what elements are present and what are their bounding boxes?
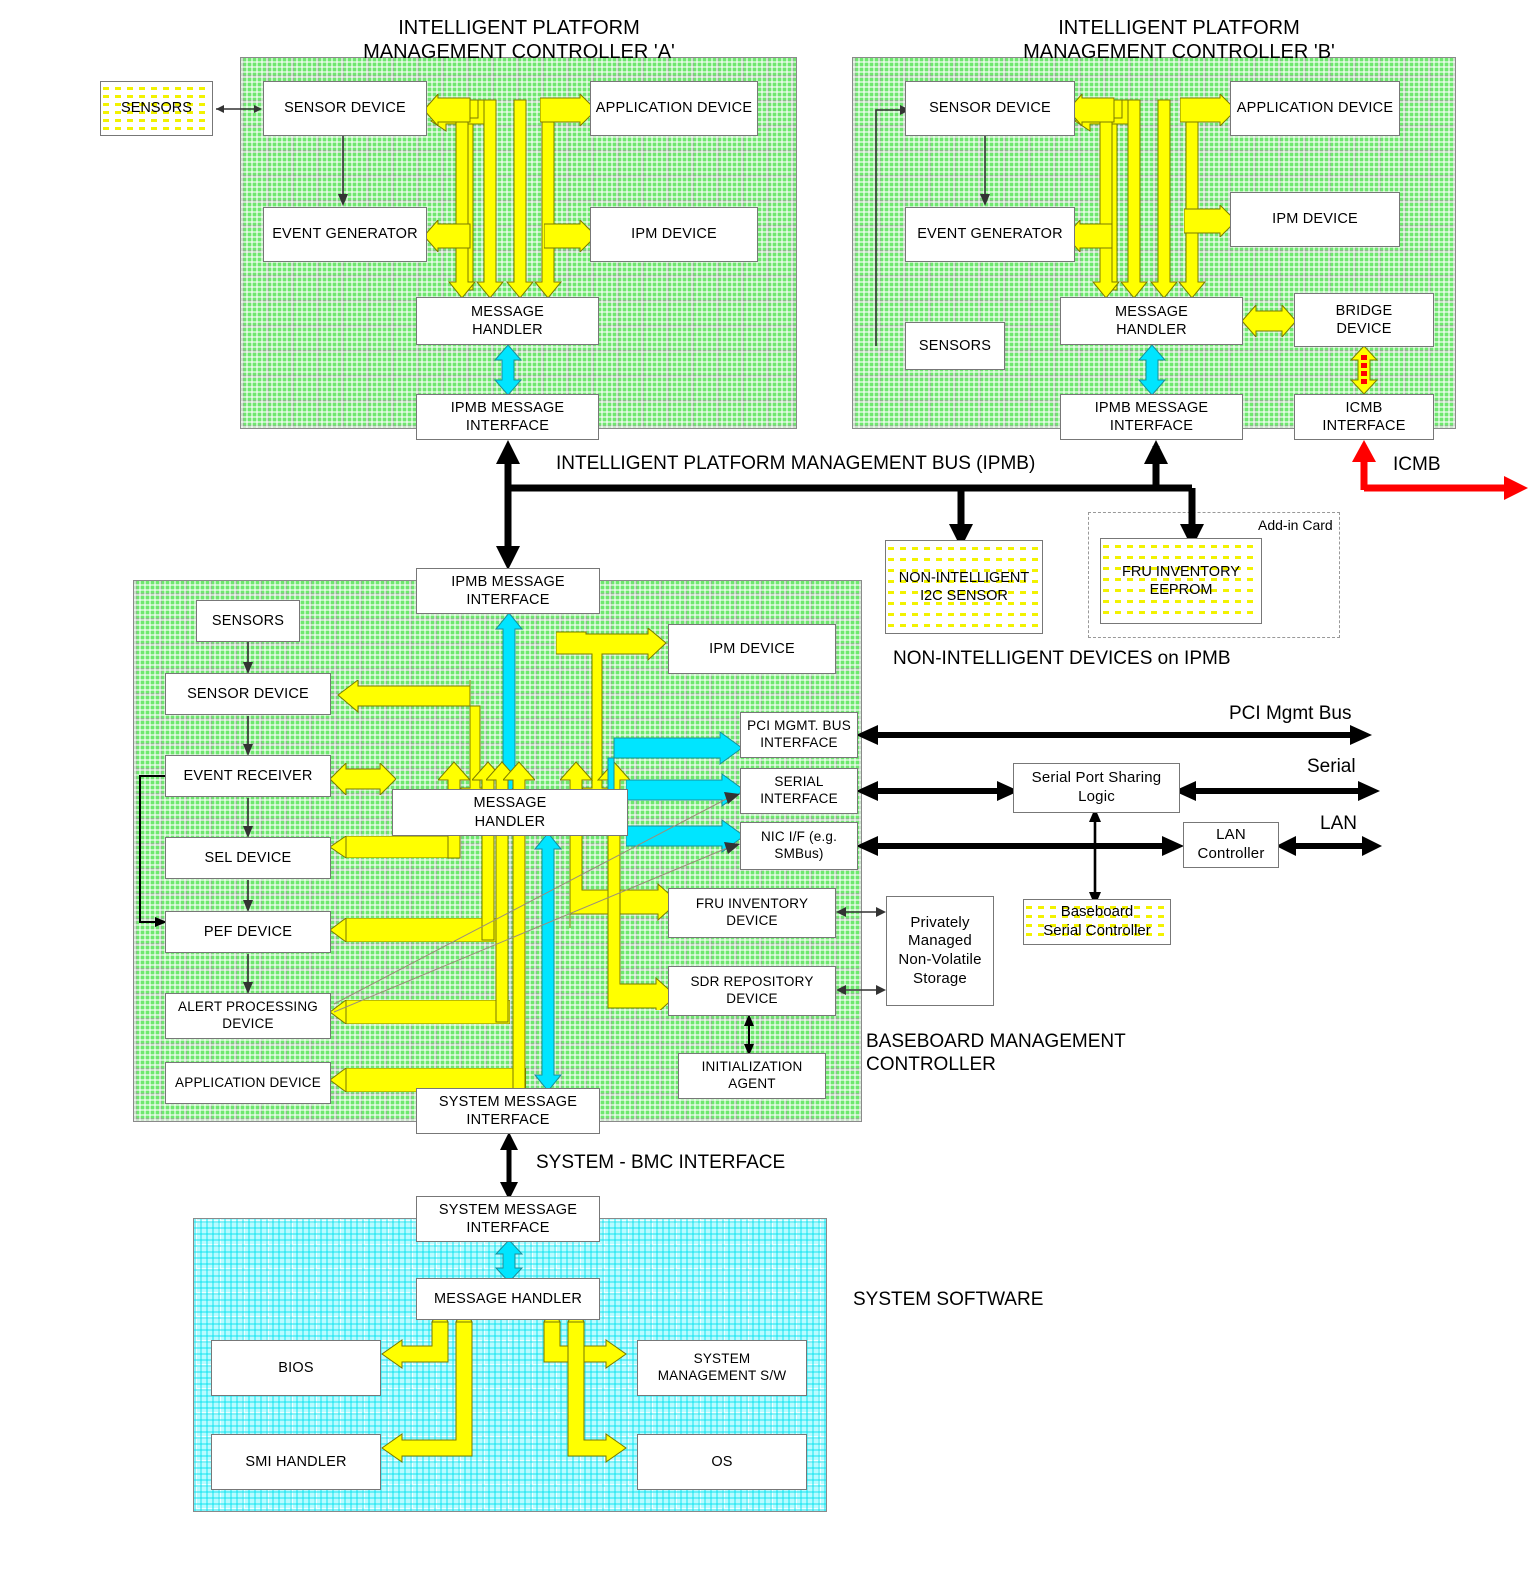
arrows-system-software-yellow xyxy=(381,1318,627,1463)
arrow-a-to-application-device xyxy=(540,94,596,126)
box-bmc-nic-interface[interactable]: NIC I/F (e.g. SMBus) xyxy=(740,822,858,870)
box-ipmc-a-sensors-external: SENSORS xyxy=(100,81,213,136)
box-ipmc-b-sensor-device[interactable]: SENSOR DEVICE xyxy=(905,81,1075,136)
label-ipmb-bus: INTELLIGENT PLATFORM MANAGEMENT BUS (IPM… xyxy=(556,453,1036,474)
box-bmc-sensors[interactable]: SENSORS xyxy=(196,600,300,642)
connector-a-sensordevice-eventgen xyxy=(338,136,348,206)
bus-lan-left xyxy=(856,836,1184,856)
arrow-sys-smi-mh-cyan xyxy=(494,1240,524,1282)
box-fru-inventory-eeprom: FRU INVENTORY EEPROM xyxy=(1100,538,1262,624)
box-bmc-ipm-device[interactable]: IPM DEVICE xyxy=(668,624,836,674)
box-non-intelligent-i2c-sensor: NON-INTELLIGENT I2C SENSOR xyxy=(885,540,1043,634)
box-ipmc-a-message-handler[interactable]: MESSAGE HANDLER xyxy=(416,297,599,345)
label-fru-eeprom: FRU INVENTORY EEPROM xyxy=(1122,563,1240,598)
bus-serial-left xyxy=(856,781,1019,801)
box-bmc-serial-interface[interactable]: SERIAL INTERFACE xyxy=(740,768,858,814)
box-bmc-message-handler[interactable]: MESSAGE HANDLER xyxy=(392,789,628,836)
box-bmc-alert-processing-device[interactable]: ALERT PROCESSING DEVICE xyxy=(165,993,331,1039)
box-bmc-sdr-repository-device[interactable]: SDR REPOSITORY DEVICE xyxy=(668,966,836,1016)
box-ipmc-b-icmb-interface[interactable]: ICMB INTERFACE xyxy=(1294,394,1434,440)
box-bmc-application-device[interactable]: APPLICATION DEVICE xyxy=(165,1062,331,1104)
connectors-storage xyxy=(836,907,886,995)
label-system-software: SYSTEM SOFTWARE xyxy=(853,1289,1044,1310)
label-non-intelligent-devices: NON-INTELLIGENT DEVICES on IPMB xyxy=(893,648,1231,669)
box-bmc-event-receiver[interactable]: EVENT RECEIVER xyxy=(165,755,331,797)
box-ipmc-a-ipmb-message-interface[interactable]: IPMB MESSAGE INTERFACE xyxy=(416,394,599,440)
box-ipmc-b-message-handler[interactable]: MESSAGE HANDLER xyxy=(1060,297,1243,345)
box-bmc-system-message-interface[interactable]: SYSTEM MESSAGE INTERFACE xyxy=(416,1088,600,1134)
bus-serial-right xyxy=(1174,781,1380,801)
label-pci-mgmt-bus: PCI Mgmt Bus xyxy=(1229,703,1352,724)
arrow-b-mh-bridge xyxy=(1242,305,1296,337)
box-ipmc-a-application-device[interactable]: APPLICATION DEVICE xyxy=(590,81,758,136)
box-ipmc-a-ipm-device[interactable]: IPM DEVICE xyxy=(590,207,758,262)
arrow-b-to-sensor-device xyxy=(1068,94,1115,126)
box-sys-bios[interactable]: BIOS xyxy=(211,1340,381,1396)
arrow-a-mh-ipmb-cyan xyxy=(494,345,522,395)
label-i2c-sensor: NON-INTELLIGENT I2C SENSOR xyxy=(898,569,1030,604)
connector-b-sensordevice-eventgen xyxy=(980,136,990,206)
arrow-b-bridge-icmb xyxy=(1350,346,1378,394)
box-sys-message-handler[interactable]: MESSAGE HANDLER xyxy=(416,1278,600,1320)
label-icmb: ICMB xyxy=(1393,454,1441,475)
connector-a-sensors-sensordevice xyxy=(216,105,262,113)
box-privately-managed-storage: Privately Managed Non-Volatile Storage xyxy=(886,896,994,1006)
box-ipmc-a-sensor-device[interactable]: SENSOR DEVICE xyxy=(263,81,427,136)
label-bmc: BASEBOARD MANAGEMENT CONTROLLER xyxy=(866,1031,1126,1076)
title-ipmc-b: INTELLIGENT PLATFORM MANAGEMENT CONTROLL… xyxy=(1023,17,1335,64)
box-ipmc-a-event-generator[interactable]: EVENT GENERATOR xyxy=(263,207,427,262)
box-bmc-sensor-device[interactable]: SENSOR DEVICE xyxy=(165,673,331,715)
arrow-b-mh-ipmb-cyan xyxy=(1138,345,1166,395)
bus-pci-mgmt xyxy=(856,725,1372,745)
box-ipmc-b-bridge-device[interactable]: BRIDGE DEVICE xyxy=(1294,293,1434,347)
arrow-a-to-sensor-device xyxy=(424,94,471,126)
title-ipmc-a: INTELLIGENT PLATFORM MANAGEMENT CONTROLL… xyxy=(363,17,675,64)
connector-sdr-init-agent xyxy=(744,1014,754,1056)
ipmi-block-diagram: INTELLIGENT PLATFORM MANAGEMENT CONTROLL… xyxy=(0,0,1537,1576)
bus-lan-right xyxy=(1276,836,1382,856)
box-bmc-pci-mgmt-bus-interface[interactable]: PCI MGMT. BUS INTERFACE xyxy=(740,712,858,758)
box-ipmc-b-sensors[interactable]: SENSORS xyxy=(905,322,1005,370)
box-serial-port-sharing-logic: Serial Port Sharing Logic xyxy=(1013,763,1180,813)
label-baseboard-serial-controller: Baseboard Serial Controller xyxy=(1043,903,1151,939)
box-ipmc-b-application-device[interactable]: APPLICATION DEVICE xyxy=(1230,81,1400,136)
label-lan: LAN xyxy=(1320,813,1357,834)
box-bmc-sel-device[interactable]: SEL DEVICE xyxy=(165,837,331,879)
label-add-in-card: Add-in Card xyxy=(1258,517,1333,533)
box-ipmc-b-ipm-device[interactable]: IPM DEVICE xyxy=(1230,192,1400,247)
box-bmc-ipmb-message-interface[interactable]: IPMB MESSAGE INTERFACE xyxy=(416,568,600,614)
box-bmc-initialization-agent[interactable]: INITIALIZATION AGENT xyxy=(678,1053,826,1099)
arrow-a-to-ipm-device xyxy=(544,220,596,252)
box-sys-system-management-sw[interactable]: SYSTEM MANAGEMENT S/W xyxy=(637,1340,807,1396)
connector-system-bmc-interface xyxy=(500,1132,518,1200)
box-sys-system-message-interface[interactable]: SYSTEM MESSAGE INTERFACE xyxy=(416,1196,600,1242)
box-bmc-fru-inventory-device[interactable]: FRU INVENTORY DEVICE xyxy=(668,888,836,938)
box-ipmc-b-event-generator[interactable]: EVENT GENERATOR xyxy=(905,207,1075,262)
label-serial: Serial xyxy=(1307,756,1356,777)
box-lan-controller: LAN Controller xyxy=(1183,822,1279,868)
connector-sps-lan-baseboard xyxy=(1089,808,1101,906)
box-baseboard-serial-controller: Baseboard Serial Controller xyxy=(1023,899,1171,945)
arrow-a-to-event-generator xyxy=(424,220,471,252)
arrow-b-to-ipm-device xyxy=(1184,205,1236,237)
box-ipmc-b-ipmb-message-interface[interactable]: IPMB MESSAGE INTERFACE xyxy=(1060,394,1243,440)
box-sys-smi-handler[interactable]: SMI HANDLER xyxy=(211,1434,381,1490)
box-sys-os[interactable]: OS xyxy=(637,1434,807,1490)
arrow-b-to-application-device xyxy=(1180,94,1236,126)
label-sensors-external: SENSORS xyxy=(121,100,192,117)
box-bmc-pef-device[interactable]: PEF DEVICE xyxy=(165,911,331,953)
label-system-bmc-interface: SYSTEM - BMC INTERFACE xyxy=(536,1152,786,1173)
